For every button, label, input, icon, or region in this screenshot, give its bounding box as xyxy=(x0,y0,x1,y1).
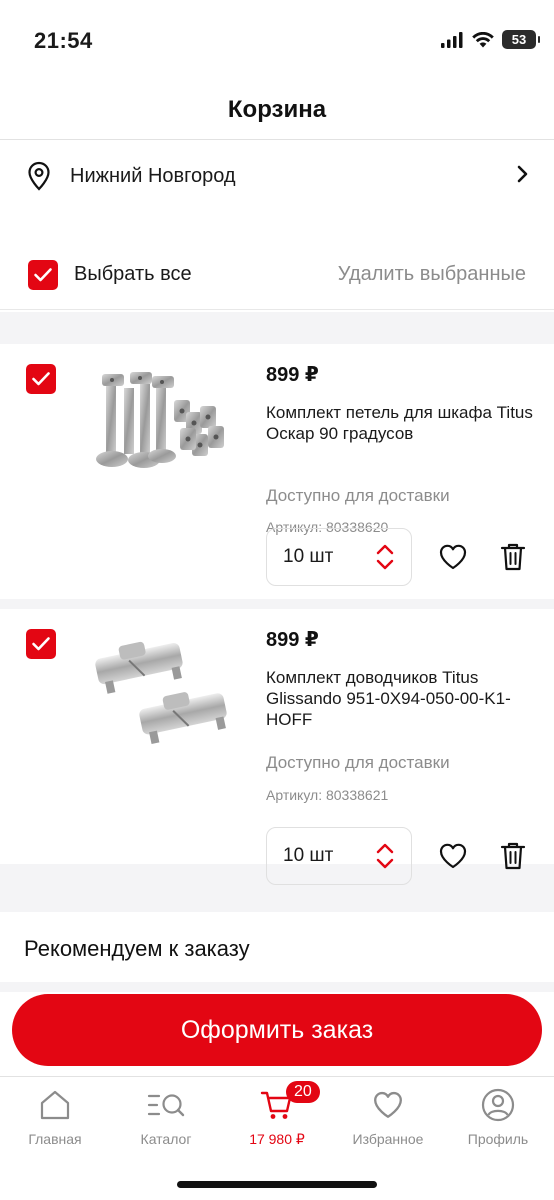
location-selector[interactable]: Нижний Новгород xyxy=(0,140,554,212)
tab-home[interactable]: Главная xyxy=(0,1087,110,1157)
tab-profile[interactable]: Профиль xyxy=(443,1087,553,1157)
checkmark-icon xyxy=(32,637,50,651)
trash-icon xyxy=(500,543,526,571)
heart-icon xyxy=(372,1087,404,1123)
delete-selected-button[interactable]: Удалить выбранные xyxy=(338,263,526,286)
tab-favorites[interactable]: Избранное xyxy=(333,1087,443,1157)
tab-label: Избранное xyxy=(352,1131,424,1147)
recommend-section: Рекомендуем к заказу xyxy=(0,912,554,982)
favorite-button[interactable] xyxy=(436,839,470,873)
item-availability: Доступно для доставки xyxy=(266,753,450,772)
item-price: 899 ₽ xyxy=(266,364,319,386)
select-row: Выбрать все Удалить выбранные xyxy=(0,240,554,310)
page-title: Корзина xyxy=(227,95,327,123)
home-indicator xyxy=(177,1181,377,1188)
select-all-checkbox[interactable] xyxy=(28,259,58,290)
product-image-hinges[interactable] xyxy=(82,364,242,484)
cart-count-badge: 20 xyxy=(286,1081,320,1103)
delete-item-button[interactable] xyxy=(496,839,530,873)
product-image-dampers[interactable] xyxy=(82,629,242,749)
cart-list: 899 ₽ Комплект петель для шкафа Titus Ос… xyxy=(0,312,554,992)
trash-icon xyxy=(500,842,526,870)
tab-cart[interactable]: 20 17 980 ₽ xyxy=(222,1081,332,1157)
stepper-chevrons-icon xyxy=(376,544,394,570)
heart-icon xyxy=(439,843,467,869)
checkmark-icon xyxy=(32,372,50,386)
quantity-value: 10 шт xyxy=(283,546,334,567)
heart-icon xyxy=(439,544,467,570)
item-checkbox[interactable] xyxy=(26,629,56,659)
quantity-value: 10 шт xyxy=(283,845,334,866)
profile-icon xyxy=(481,1087,515,1123)
item-availability: Доступно для доставки xyxy=(266,486,450,505)
select-all-label[interactable]: Выбрать все xyxy=(74,263,338,286)
checkout-button[interactable]: Оформить заказ xyxy=(12,994,542,1066)
tab-label: Каталог xyxy=(140,1131,192,1147)
cart-item: 899 ₽ Комплект петель для шкафа Titus Ос… xyxy=(0,344,554,599)
item-name[interactable]: Комплект доводчиков Titus Glissando 951-… xyxy=(266,667,536,730)
quantity-selector[interactable]: 10 шт xyxy=(266,528,412,586)
stepper-chevrons-icon xyxy=(376,843,394,869)
checkmark-icon xyxy=(34,267,52,281)
favorite-button[interactable] xyxy=(436,540,470,574)
home-icon xyxy=(38,1087,72,1123)
tab-label: Профиль xyxy=(467,1131,529,1147)
status-icons: 53 xyxy=(440,30,540,49)
signal-icon xyxy=(441,31,463,48)
cart-item: 899 ₽ Комплект доводчиков Titus Glissand… xyxy=(0,609,554,885)
quantity-selector[interactable]: 10 шт xyxy=(266,827,412,885)
tab-label: 17 980 ₽ xyxy=(249,1131,305,1147)
page-header: Корзина xyxy=(0,80,554,140)
location-city: Нижний Новгород xyxy=(70,164,236,187)
status-time: 21:54 xyxy=(34,28,93,53)
recommend-title: Рекомендуем к заказу xyxy=(24,936,250,961)
tab-catalog[interactable]: Каталог xyxy=(111,1087,221,1157)
item-sku: Артикул: 80338621 xyxy=(266,787,389,803)
item-checkbox[interactable] xyxy=(26,364,56,394)
status-bar: 21:54 53 xyxy=(0,0,554,80)
tab-label: Главная xyxy=(28,1131,82,1147)
wifi-icon xyxy=(472,31,494,47)
item-price: 899 ₽ xyxy=(266,629,319,651)
delete-item-button[interactable] xyxy=(496,540,530,574)
catalog-search-icon xyxy=(146,1087,186,1123)
item-name[interactable]: Комплект петель для шкафа Titus Оскар 90… xyxy=(266,402,536,444)
location-pin-icon xyxy=(24,161,54,191)
chevron-right-icon xyxy=(516,164,530,189)
battery-icon: 53 xyxy=(502,30,540,49)
